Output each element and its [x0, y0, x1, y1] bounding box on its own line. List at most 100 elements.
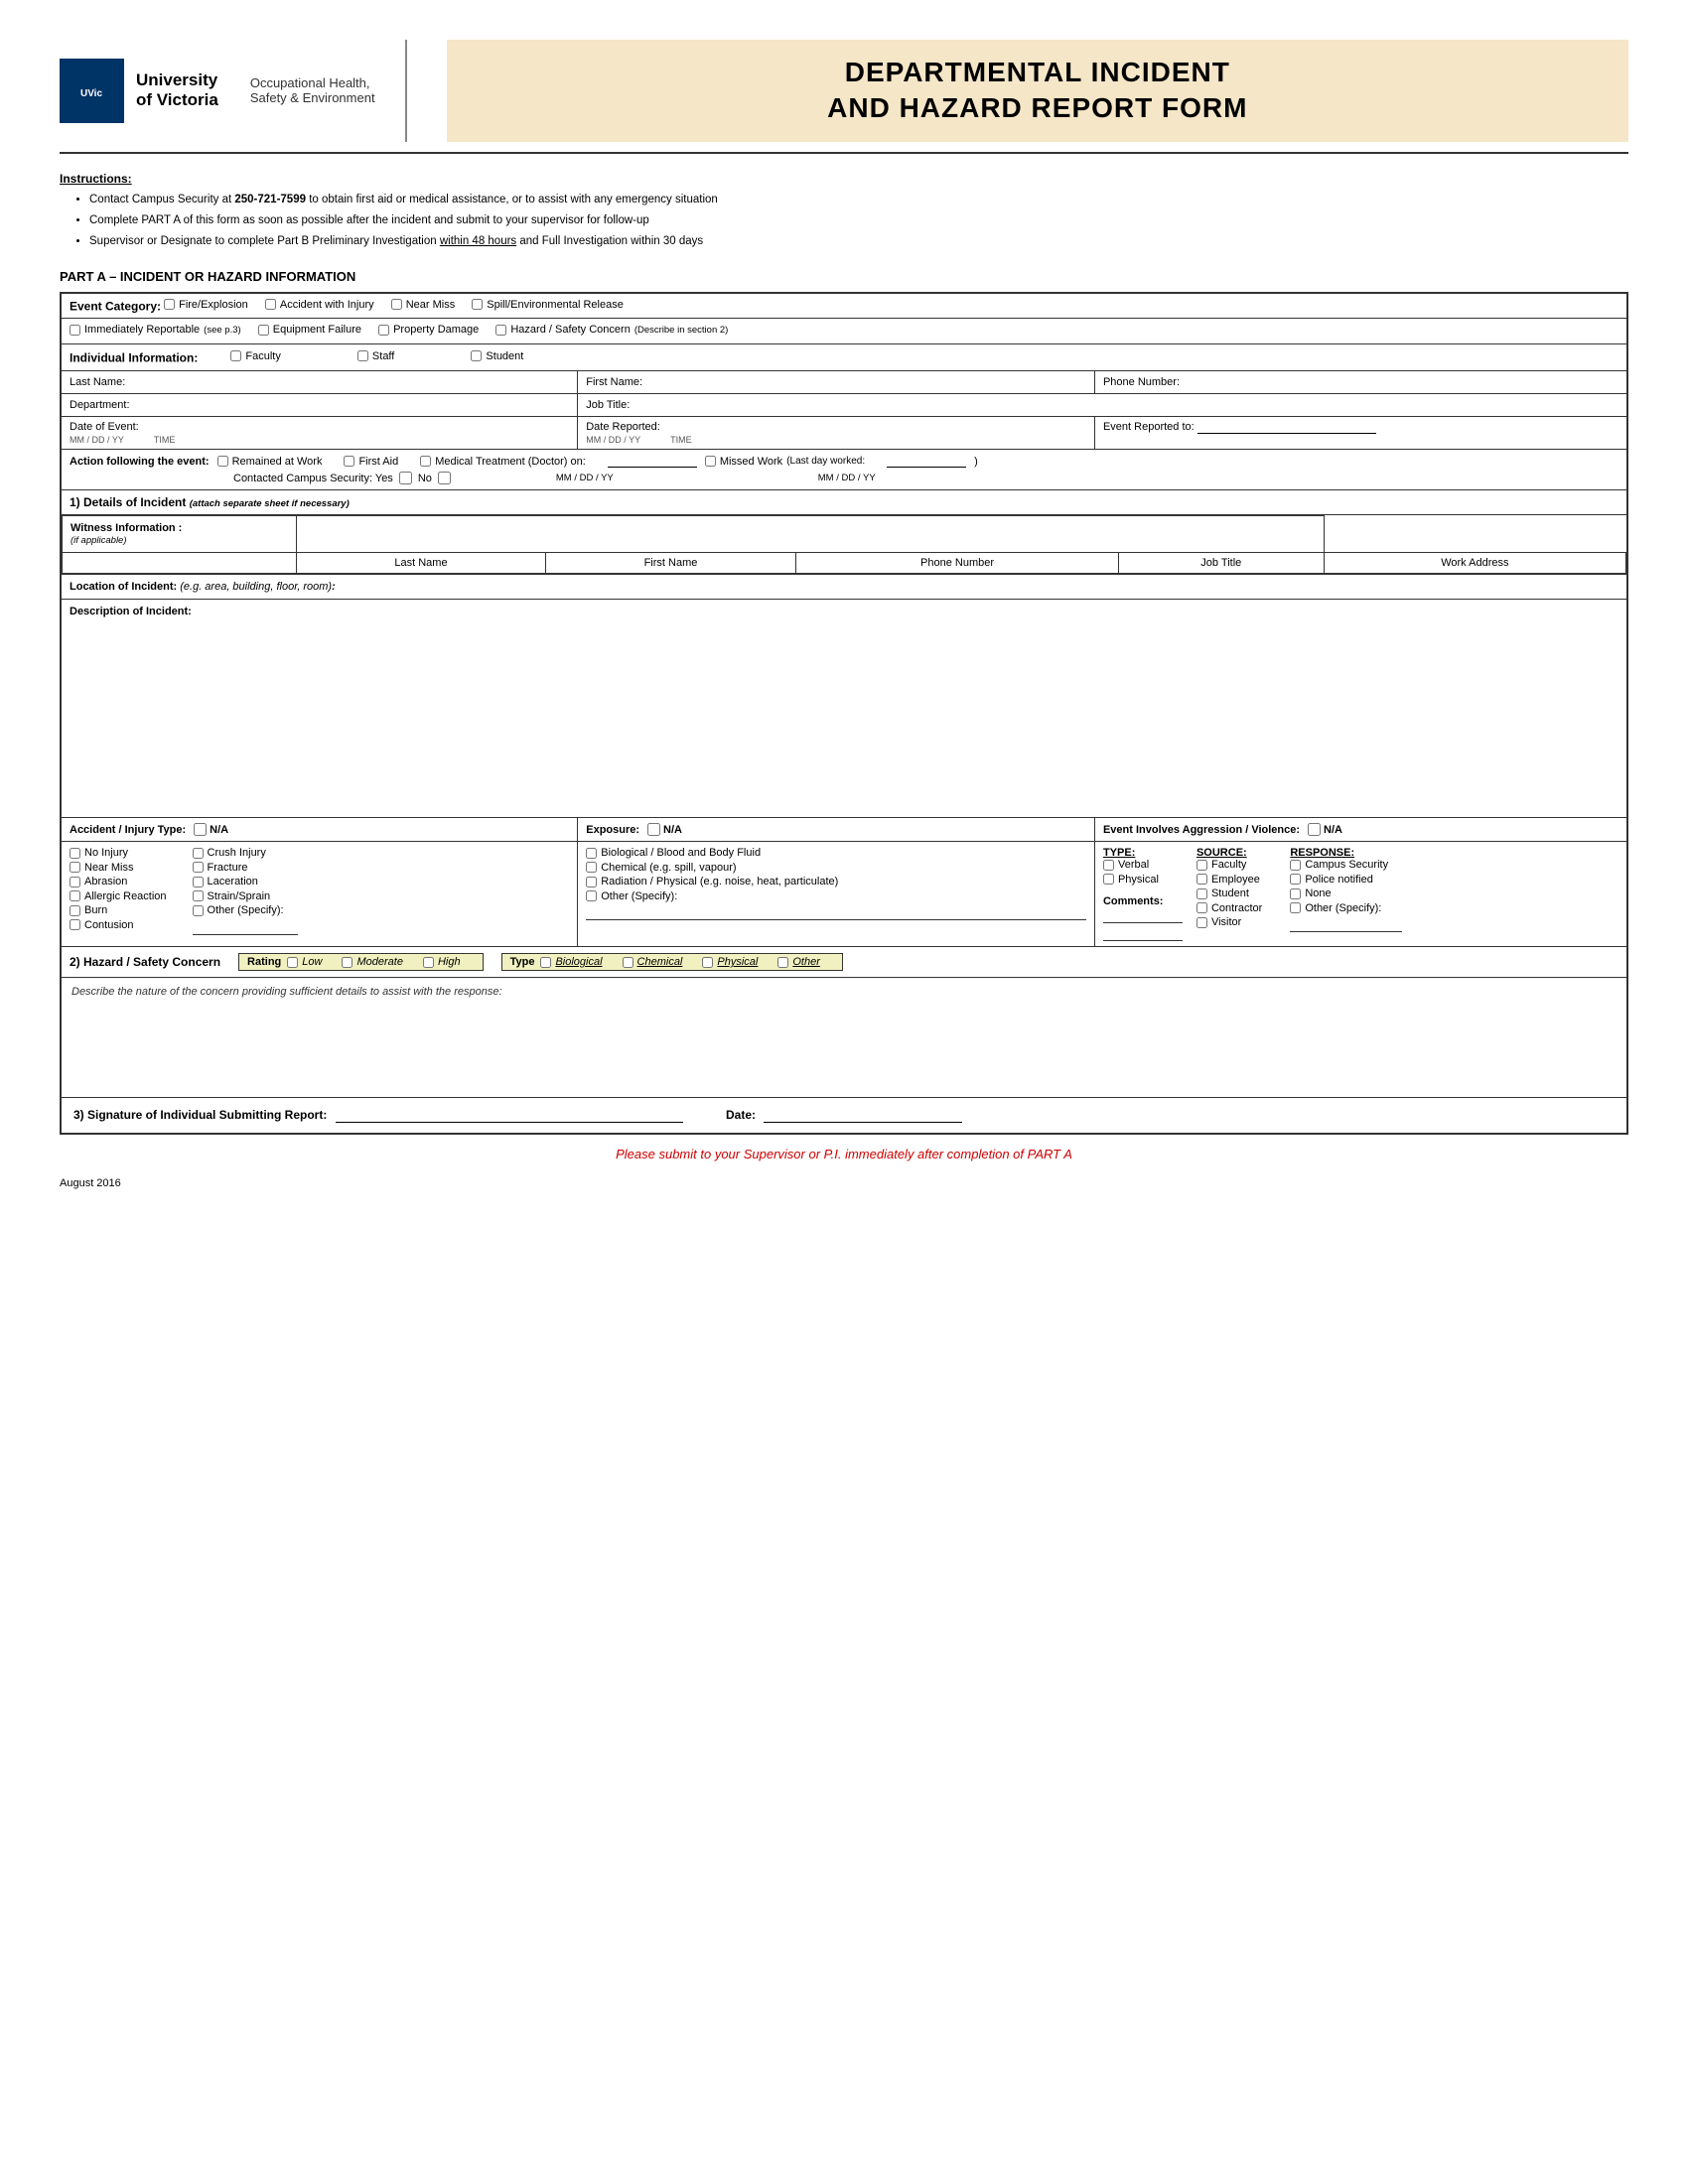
checkbox-fire-explosion[interactable]: Fire/Explosion: [164, 299, 248, 311]
checkbox-rating-low[interactable]: Low: [287, 956, 322, 968]
last-name-label: Last Name:: [70, 376, 125, 388]
checkbox-near-miss-2[interactable]: Near Miss: [70, 862, 134, 874]
date-event-cell: Date of Event: MM / DD / YY TIME: [61, 417, 578, 450]
checkbox-biological[interactable]: Biological / Blood and Body Fluid: [586, 847, 761, 859]
checkbox-no[interactable]: [438, 472, 451, 484]
event-reported-field[interactable]: [1197, 421, 1376, 434]
other-response-field[interactable]: [1290, 918, 1402, 932]
checkbox-exposure-na[interactable]: N/A: [647, 823, 682, 836]
checkbox-accident-na[interactable]: N/A: [194, 823, 228, 836]
checkbox-aggression-na[interactable]: N/A: [1308, 823, 1342, 836]
ohs-text: Occupational Health, Safety & Environmen…: [250, 75, 375, 105]
checkbox-contusion[interactable]: Contusion: [70, 919, 134, 931]
checkbox-source-faculty[interactable]: Faculty: [1196, 859, 1246, 871]
checkbox-other-exposure[interactable]: Other (Specify):: [586, 890, 677, 902]
checkbox-other-response[interactable]: Other (Specify):: [1290, 902, 1381, 914]
checkbox-other-accident[interactable]: Other (Specify):: [193, 904, 284, 916]
missed-work-date[interactable]: [887, 455, 966, 468]
checkbox-equipment-failure[interactable]: Equipment Failure: [258, 324, 361, 336]
hazard-type-section: Type Biological Chemical Physical Other: [501, 953, 843, 971]
checkbox-police-notified[interactable]: Police notified: [1290, 874, 1373, 886]
location-cell: Location of Incident: (e.g. area, buildi…: [61, 575, 1627, 600]
checkbox-abrasion[interactable]: Abrasion: [70, 876, 127, 887]
checkbox-rating-moderate[interactable]: Moderate: [342, 956, 402, 968]
time-sub1: TIME: [154, 435, 176, 445]
checkbox-spill-environmental[interactable]: Spill/Environmental Release: [472, 299, 624, 311]
checkbox-type-other[interactable]: Other: [777, 956, 820, 968]
checkbox-no-injury[interactable]: No Injury: [70, 847, 128, 859]
mmddyy-sub4: MM / DD / YY: [818, 473, 876, 483]
job-title-cell: Job Title:: [578, 394, 1627, 417]
underline-48hours: within 48 hours: [440, 235, 516, 247]
checkbox-yes[interactable]: [399, 472, 412, 484]
footer-date: August 2016: [60, 1177, 1628, 1189]
witness-label: Witness Information :: [70, 522, 182, 534]
hazard-heading: 2) Hazard / Safety Concern: [70, 955, 220, 969]
date-mmddyy-sub1: MM / DD / YY: [70, 435, 124, 445]
checkbox-strain[interactable]: Strain/Sprain: [193, 890, 271, 902]
event-category-cell-2: Immediately Reportable (see p.3) Equipme…: [61, 319, 1627, 344]
checkbox-rating-high[interactable]: High: [423, 956, 461, 968]
checkbox-source-visitor[interactable]: Visitor: [1196, 916, 1241, 928]
location-row: Location of Incident: (e.g. area, buildi…: [61, 575, 1627, 600]
checkbox-radiation[interactable]: Radiation / Physical (e.g. noise, heat, …: [586, 876, 838, 887]
event-category-cell: Event Category: Fire/Explosion Accident …: [61, 293, 1627, 319]
comments-field[interactable]: [1103, 909, 1183, 923]
checkbox-near-miss-1[interactable]: Near Miss: [391, 299, 456, 311]
checkbox-accident-injury[interactable]: Accident with Injury: [265, 299, 374, 311]
checkbox-first-aid[interactable]: First Aid: [344, 456, 398, 468]
checkbox-missed-work[interactable]: Missed Work (Last day worked:: [705, 456, 865, 468]
checkbox-staff[interactable]: Staff: [357, 350, 394, 362]
checkbox-physical[interactable]: Physical: [1103, 874, 1159, 886]
witness-row: Witness Information : (if applicable) La…: [61, 515, 1627, 575]
checkbox-type-physical[interactable]: Physical: [702, 956, 758, 968]
checkbox-property-damage[interactable]: Property Damage: [378, 324, 479, 336]
hazard-row: 2) Hazard / Safety Concern Rating Low Mo…: [61, 947, 1627, 1098]
checkbox-burn[interactable]: Burn: [70, 904, 107, 916]
instruction-item-1: Contact Campus Security at 250-721-7599 …: [89, 192, 1628, 208]
witness-label-cell: Witness Information : (if applicable): [63, 516, 297, 553]
department-label: Department:: [70, 399, 130, 411]
checkbox-crush[interactable]: Crush Injury: [193, 847, 266, 859]
checkbox-hazard-safety[interactable]: Hazard / Safety Concern (Describe in sec…: [495, 324, 728, 336]
checkbox-student[interactable]: Student: [471, 350, 523, 362]
checkbox-source-contractor[interactable]: Contractor: [1196, 902, 1262, 914]
witness-col-workaddress: Work Address: [1324, 553, 1625, 574]
date-label: Date:: [726, 1108, 756, 1122]
checkbox-fracture[interactable]: Fracture: [193, 862, 248, 874]
job-title-label: Job Title:: [586, 399, 630, 411]
description-label: Description of Incident:: [70, 606, 192, 617]
checkbox-laceration[interactable]: Laceration: [193, 876, 258, 887]
aggression-type-col: TYPE: Verbal Physical Comments:: [1103, 847, 1183, 941]
checkbox-allergic[interactable]: Allergic Reaction: [70, 890, 167, 902]
medical-treatment-date[interactable]: [608, 455, 697, 468]
hazard-rating-section: Rating Low Moderate High: [238, 953, 484, 971]
checkbox-medical-treatment[interactable]: Medical Treatment (Doctor) on:: [420, 456, 586, 468]
checkbox-verbal[interactable]: Verbal: [1103, 859, 1149, 871]
checkbox-source-employee[interactable]: Employee: [1196, 874, 1260, 886]
checkbox-none[interactable]: None: [1290, 887, 1331, 899]
source-label: SOURCE:: [1196, 847, 1276, 859]
phone-number-label: Phone Number:: [1103, 376, 1180, 388]
checkbox-immediately-reportable[interactable]: Immediately Reportable (see p.3): [70, 324, 241, 336]
checkbox-remained[interactable]: Remained at Work: [217, 456, 323, 468]
witness-col-lastname: Last Name: [297, 553, 545, 574]
witness-sublabel: (if applicable): [70, 535, 127, 546]
checkbox-type-chemical[interactable]: Chemical: [623, 956, 683, 968]
dates-row: Date of Event: MM / DD / YY TIME Date Re…: [61, 417, 1627, 450]
checkbox-faculty[interactable]: Faculty: [230, 350, 280, 362]
mmddyy-sub3: MM / DD / YY: [556, 473, 614, 483]
signature-field[interactable]: [336, 1108, 683, 1123]
other-exposure-field[interactable]: [586, 906, 1086, 920]
other-accident-field[interactable]: [193, 921, 298, 935]
witness-empty-top: [297, 516, 1324, 553]
page-header: UVic University of Victoria Occupational…: [60, 40, 1628, 154]
checkbox-type-biological[interactable]: Biological: [540, 956, 602, 968]
checkbox-chemical[interactable]: Chemical (e.g. spill, vapour): [586, 862, 736, 874]
comments-field-2[interactable]: [1103, 927, 1183, 941]
checkbox-campus-security[interactable]: Campus Security: [1290, 859, 1388, 871]
witness-col-jobtitle: Job Title: [1118, 553, 1324, 574]
checkbox-source-student[interactable]: Student: [1196, 887, 1249, 899]
date-field[interactable]: [764, 1108, 962, 1123]
accident-col2: Crush Injury Fracture Laceration Strain/…: [193, 847, 298, 935]
